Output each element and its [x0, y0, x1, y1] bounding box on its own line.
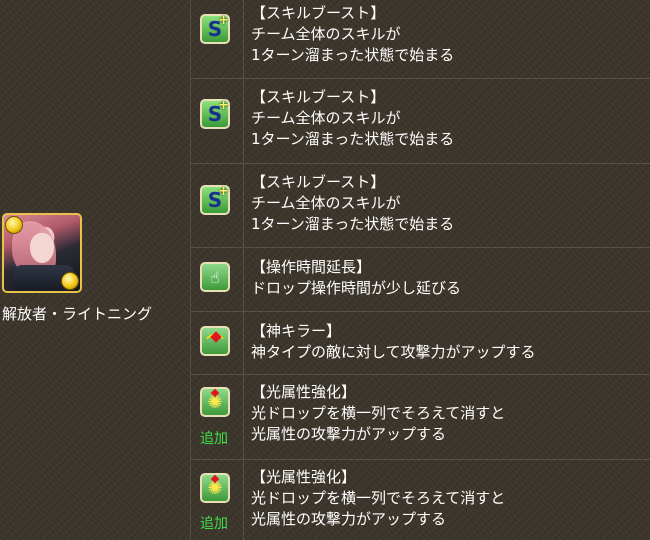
skill-boost-icon[interactable]: S + [200, 13, 230, 44]
awakening-desc-line: 光ドロップを横一列でそろえて消すと [251, 489, 506, 507]
light-subattribute-orb-icon [61, 272, 79, 290]
awakening-icon-cell: S + [191, 164, 244, 247]
awakening-text: 【スキルブースト】 チーム全体のスキルが 1ターン溜まった状態で始まる [251, 3, 646, 66]
awakening-icon-cell: ✺ 追加 [191, 375, 244, 459]
awakening-desc-line: 神タイプの敵に対して攻撃力がアップする [251, 343, 536, 361]
awakening-desc-line: 1ターン溜まった状態で始まる [251, 215, 455, 233]
light-row-icon[interactable]: ✺ [200, 387, 230, 417]
awakening-row: S + 【スキルブースト】 チーム全体のスキルが 1ターン溜まった状態で始まる [191, 164, 650, 248]
awakening-desc-line: チーム全体のスキルが [251, 194, 401, 212]
awakening-row: ✺ 追加 【光属性強化】 光ドロップを横一列でそろえて消すと 光属性の攻撃力がア… [191, 460, 650, 540]
awakening-row: S + 【スキルブースト】 チーム全体のスキルが 1ターン溜まった状態で始まる [191, 79, 650, 164]
awakening-text: 【スキルブースト】 チーム全体のスキルが 1ターン溜まった状態で始まる [251, 87, 646, 150]
awakening-desc-line: 光属性の攻撃力がアップする [251, 510, 447, 528]
awakening-title: 【光属性強化】 [251, 383, 357, 401]
awakening-desc-line: チーム全体のスキルが [251, 25, 401, 43]
awakening-icon-cell: ☝ [191, 248, 244, 311]
added-label: 追加 [200, 516, 228, 532]
awakening-text: 【神キラー】 神タイプの敵に対して攻撃力がアップする [251, 321, 646, 363]
awakening-desc-line: チーム全体のスキルが [251, 109, 401, 127]
awakening-icon-cell: ⌒ [191, 312, 244, 374]
awakening-text: 【光属性強化】 光ドロップを横一列でそろえて消すと 光属性の攻撃力がアップする [251, 467, 646, 530]
awakening-desc-line: 1ターン溜まった状態で始まる [251, 130, 455, 148]
character-name[interactable]: 解放者・ライトニング [2, 303, 152, 324]
awakening-text: 【スキルブースト】 チーム全体のスキルが 1ターン溜まった状態で始まる [251, 172, 646, 235]
awakening-title: 【スキルブースト】 [251, 173, 386, 191]
awakening-desc-line: 1ターン溜まった状態で始まる [251, 46, 455, 64]
awakening-row: ✺ 追加 【光属性強化】 光ドロップを横一列でそろえて消すと 光属性の攻撃力がア… [191, 375, 650, 460]
character-column: 解放者・ライトニング [0, 0, 190, 540]
character-portrait[interactable] [2, 213, 82, 293]
extend-time-icon[interactable]: ☝ [200, 262, 230, 292]
awakening-row: ☝ 【操作時間延長】 ドロップ操作時間が少し延びる [191, 248, 650, 312]
awakening-desc-line: 光ドロップを横一列でそろえて消すと [251, 404, 506, 422]
awakening-title: 【スキルブースト】 [251, 88, 386, 106]
awakening-icon-cell: S + [191, 0, 244, 78]
awakening-title: 【神キラー】 [251, 322, 342, 340]
light-row-icon[interactable]: ✺ [200, 473, 230, 503]
light-attribute-orb-icon [5, 216, 23, 234]
awakening-desc-line: 光属性の攻撃力がアップする [251, 425, 447, 443]
awakening-icon-cell: S + [191, 79, 244, 163]
awakening-title: 【光属性強化】 [251, 468, 357, 486]
awakening-text: 【光属性強化】 光ドロップを横一列でそろえて消すと 光属性の攻撃力がアップする [251, 382, 646, 445]
awakening-icon-cell: ✺ 追加 [191, 460, 244, 540]
awakening-text: 【操作時間延長】 ドロップ操作時間が少し延びる [251, 257, 646, 299]
awakening-title: 【操作時間延長】 [251, 258, 372, 276]
awakening-title: 【スキルブースト】 [251, 4, 386, 22]
awakening-desc-line: ドロップ操作時間が少し延びる [251, 279, 462, 297]
god-killer-icon[interactable]: ⌒ [200, 326, 230, 356]
awakening-row: S + 【スキルブースト】 チーム全体のスキルが 1ターン溜まった状態で始まる [191, 0, 650, 79]
added-label: 追加 [200, 431, 228, 447]
awakening-row: ⌒ 【神キラー】 神タイプの敵に対して攻撃力がアップする [191, 312, 650, 375]
skill-boost-icon[interactable]: S + [200, 98, 230, 129]
skill-boost-icon[interactable]: S + [200, 184, 230, 215]
portrait-face [30, 233, 54, 263]
